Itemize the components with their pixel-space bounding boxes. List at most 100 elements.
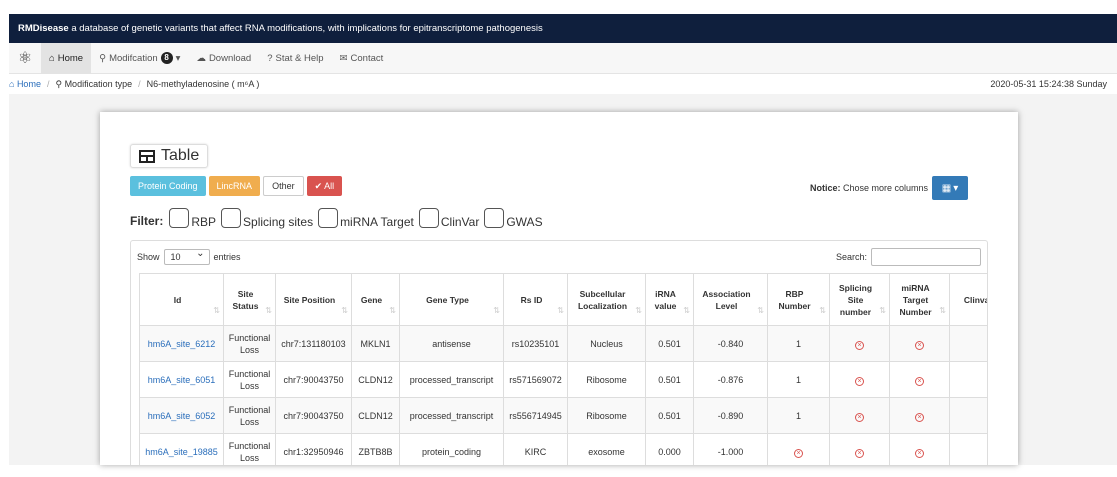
table-cell: × (949, 325, 987, 362)
lincrna-button[interactable]: LincRNA (208, 176, 261, 196)
rbp-checkbox[interactable] (169, 208, 190, 228)
cell-value: processed_transcript (409, 410, 494, 421)
close-circle-icon: × (855, 376, 864, 386)
breadcrumb-home[interactable]: ⌂ Home (9, 79, 41, 89)
filter-mirna[interactable]: miRNA Target (316, 208, 414, 229)
all-button[interactable]: ✔ All (306, 176, 343, 196)
table-cell: -1.000 (693, 433, 768, 465)
column-header[interactable]: Rs ID ⇅ (503, 273, 568, 326)
nav-home[interactable]: ⌂ Home (41, 42, 92, 74)
table-cell: Nucleus (567, 325, 646, 362)
table-cell: Functional Loss (223, 361, 276, 398)
sort-icon[interactable]: ⇅ (683, 305, 690, 317)
cell-value: Functional Loss (228, 368, 271, 391)
site-id-link[interactable]: hm6A_site_6212 (148, 339, 216, 349)
datatable: Show 10 entries Search: Id⇅Site Status⇅S… (130, 240, 988, 465)
table-cell[interactable]: hm6A_site_6052 (139, 397, 224, 434)
nav-home-label: Home (57, 52, 84, 64)
nav-contact[interactable]: ✉ Contact (332, 43, 392, 74)
column-header[interactable]: Gene ⇅ (351, 273, 400, 326)
column-header[interactable]: iRNA value ⇅ (645, 273, 694, 326)
table-icon (139, 149, 155, 163)
column-header[interactable]: Site Status ⇅ (223, 273, 276, 326)
gwas-checkbox[interactable] (484, 208, 505, 228)
table-cell: KIRC (503, 433, 568, 465)
table-row: hm6A_site_6052 Functional Loss chr7:900437… (139, 397, 987, 434)
cell-value: chr7:90043750 (283, 374, 344, 385)
table-cell[interactable]: hm6A_site_6051 (139, 361, 224, 398)
filter-splicing[interactable]: Splicing sites (219, 208, 314, 229)
table-cell: 0.501 (645, 397, 694, 434)
cell-value: Functional Loss (228, 440, 271, 463)
column-header[interactable]: miRNA Target Number ⇅ (889, 273, 950, 326)
variants-table: Id ⇅ Site Status ⇅ Site Position ⇅ Gene ⇅ Gene T… (139, 273, 987, 465)
filter-splicing-label: Splicing sites (243, 215, 314, 229)
site-id-link[interactable]: hm6A_site_19885 (145, 447, 218, 457)
table-cell: 1 (767, 325, 830, 362)
close-circle-icon: × (855, 448, 864, 458)
sort-icon[interactable]: ⇅ (635, 305, 642, 317)
table-cell: exosome (567, 433, 646, 465)
other-button[interactable]: Other (263, 176, 304, 196)
home-icon: ⌂ (9, 79, 17, 89)
column-header[interactable]: Gene Type ⇅ (399, 273, 504, 326)
table-cell: × (829, 433, 890, 465)
column-header[interactable]: Site Position ⇅ (275, 273, 352, 326)
sort-icon[interactable]: ⇅ (879, 305, 886, 317)
table-cell: rs10235101 (503, 325, 568, 362)
table-cell: -0.876 (693, 361, 768, 398)
protein-coding-button[interactable]: Protein Coding (130, 176, 206, 196)
breadcrumb-modtype[interactable]: ⚲ Modification type (55, 79, 132, 90)
column-header[interactable]: Id ⇅ (139, 273, 224, 326)
sort-icon[interactable]: ⇅ (213, 305, 220, 317)
notice-text: Chose more columns (840, 183, 929, 193)
mirna-checkbox[interactable] (318, 208, 339, 228)
dna-logo-icon[interactable]: ⚛ (9, 43, 41, 74)
table-cell: × (889, 397, 950, 434)
table-cell: ZBTB8B (351, 433, 400, 465)
close-circle-icon: × (855, 340, 864, 350)
banner-text: a database of genetic variants that affe… (68, 23, 543, 34)
site-id-link[interactable]: hm6A_site_6052 (148, 411, 216, 421)
splicing-checkbox[interactable] (221, 208, 242, 228)
sort-icon[interactable]: ⇅ (557, 305, 564, 317)
entries-select[interactable]: 10 (163, 247, 210, 265)
close-circle-icon: × (915, 448, 924, 458)
table-cell: -0.840 (693, 325, 768, 362)
nav-download[interactable]: ☁ Download (188, 43, 259, 74)
column-header[interactable]: Clinvar Number⇅ (949, 273, 987, 326)
table-row: hm6A_site_19885 Functional Loss chr1:32950… (139, 433, 987, 465)
search-input[interactable] (871, 248, 981, 266)
table-cell: Functional Loss (223, 397, 276, 434)
table-cell[interactable]: hm6A_site_6212 (139, 325, 224, 362)
cell-value: -0.840 (717, 338, 744, 349)
site-id-link[interactable]: hm6A_site_6051 (148, 375, 216, 385)
sort-icon[interactable]: ⇅ (939, 305, 946, 317)
home-icon: ⌂ (49, 52, 55, 64)
table-cell: × (829, 325, 890, 362)
cell-value: 0.000 (658, 446, 681, 457)
column-header[interactable]: Subcellular Localization ⇅ (567, 273, 646, 326)
column-header[interactable]: RBP Number ⇅ (767, 273, 830, 326)
sort-icon[interactable]: ⇅ (389, 305, 396, 317)
table-cell[interactable]: hm6A_site_19885 (139, 433, 224, 465)
filter-clinvar[interactable]: ClinVar (417, 208, 479, 229)
nav-stat-help[interactable]: ? Stat & Help (259, 43, 331, 74)
nav-modification[interactable]: ⚲ Modifcation 8 ▾ (91, 43, 188, 74)
sort-icon[interactable]: ⇅ (757, 305, 764, 317)
table-search: Search: (836, 248, 981, 266)
clinvar-checkbox[interactable] (418, 208, 439, 228)
choose-columns-button[interactable]: ▦ ▾ (932, 176, 968, 200)
sort-icon[interactable]: ⇅ (341, 305, 348, 317)
column-header[interactable]: Splicing Site number ⇅ (829, 273, 890, 326)
filter-gwas[interactable]: GWAS (482, 208, 543, 229)
sort-icon[interactable]: ⇅ (493, 305, 500, 317)
cell-value: Functional Loss (228, 404, 271, 427)
table-cell: Functional Loss (223, 325, 276, 362)
sort-icon[interactable]: ⇅ (819, 305, 826, 317)
column-header[interactable]: Association Level ⇅ (693, 273, 768, 326)
filter-rbp[interactable]: RBP (167, 208, 216, 229)
table-cell: Ribosome (567, 361, 646, 398)
breadcrumb-modtype-label: Modification type (64, 78, 133, 89)
sort-icon[interactable]: ⇅ (265, 305, 272, 317)
